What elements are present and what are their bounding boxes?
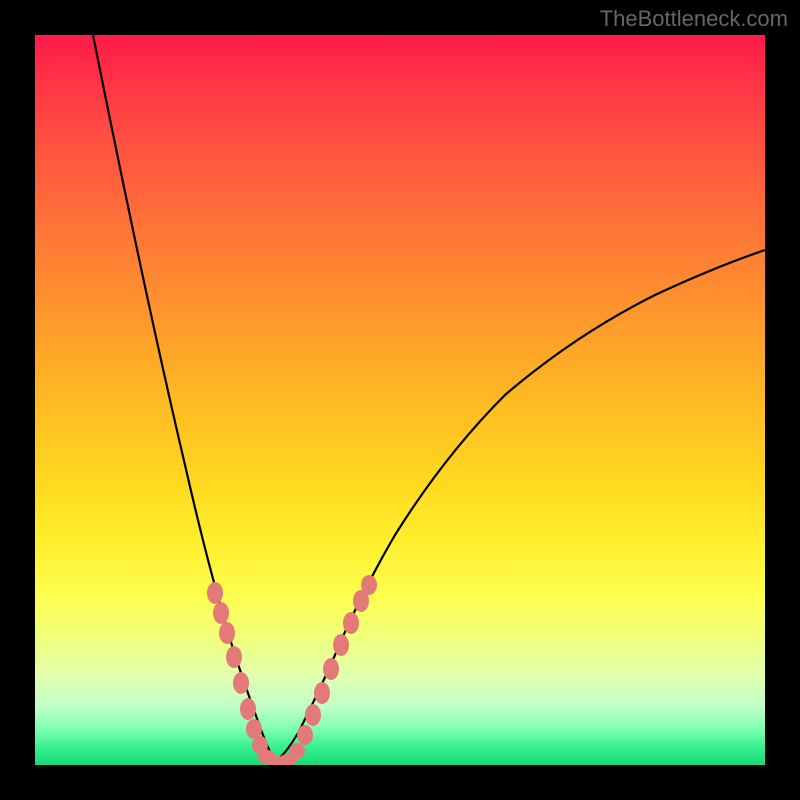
highlight-dots-right — [289, 575, 377, 759]
curve-right-branch — [275, 250, 765, 762]
watermark-text: TheBottleneck.com — [600, 6, 788, 32]
curve-overlay — [35, 35, 765, 765]
plot-area — [35, 35, 765, 765]
highlight-dots-left — [207, 582, 297, 765]
chart-container: TheBottleneck.com — [0, 0, 800, 800]
curve-left-branch — [93, 35, 275, 762]
